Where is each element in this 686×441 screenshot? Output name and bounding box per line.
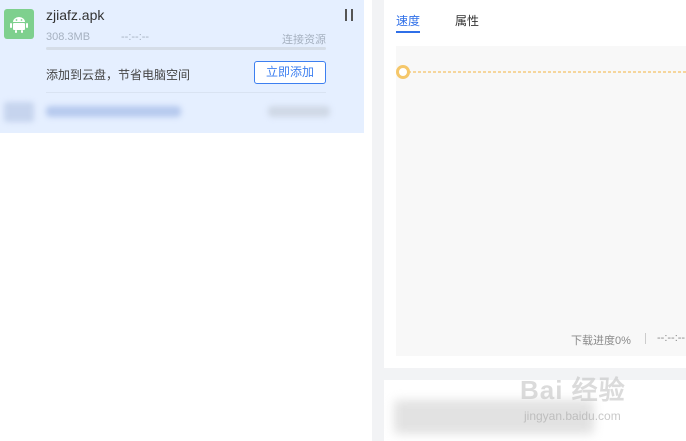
panel-splitter[interactable] xyxy=(372,0,384,441)
speed-chart-svg xyxy=(396,65,686,79)
info-card xyxy=(384,380,686,441)
remaining-time-text: --:--:-- xyxy=(657,332,686,344)
add-to-cloud-button[interactable]: 立即添加 xyxy=(254,61,326,84)
speed-start-point xyxy=(396,65,410,79)
active-tab-indicator xyxy=(396,31,420,33)
file-size: 308.3MB xyxy=(46,31,91,43)
android-icon xyxy=(4,9,34,39)
tab-speed[interactable]: 速度 xyxy=(396,12,420,29)
speed-card: 速度 属性 下载进度0% --:--:-- xyxy=(384,0,686,368)
divider xyxy=(46,92,326,93)
time-remaining: --:--:-- xyxy=(121,31,150,43)
blurred-text xyxy=(46,106,181,117)
blurred-text xyxy=(268,106,330,117)
blurred-content xyxy=(394,400,594,434)
blurred-icon xyxy=(4,102,34,122)
file-name: zjiafz.apk xyxy=(46,7,105,23)
speed-chart: 下载进度0% --:--:-- xyxy=(396,46,686,356)
download-task-item[interactable]: zjiafz.apk 308.3MB --:--:-- 连接资源 添加到云盘，节… xyxy=(0,0,364,133)
detail-panel: 速度 属性 下载进度0% --:--:-- xyxy=(384,0,686,441)
separator xyxy=(645,333,646,344)
blurred-list-item[interactable] xyxy=(0,99,364,125)
download-list-panel: zjiafz.apk 308.3MB --:--:-- 连接资源 添加到云盘，节… xyxy=(0,0,372,441)
tab-properties[interactable]: 属性 xyxy=(455,12,479,29)
connection-status: 连接资源 xyxy=(282,34,326,46)
cloud-save-tip: 添加到云盘，节省电脑空间 xyxy=(46,68,191,82)
pause-icon[interactable] xyxy=(343,9,355,23)
download-progress-bar xyxy=(46,47,326,50)
download-manager-window: zjiafz.apk 308.3MB --:--:-- 连接资源 添加到云盘，节… xyxy=(0,0,686,441)
download-progress-text: 下载进度0% xyxy=(571,335,631,347)
